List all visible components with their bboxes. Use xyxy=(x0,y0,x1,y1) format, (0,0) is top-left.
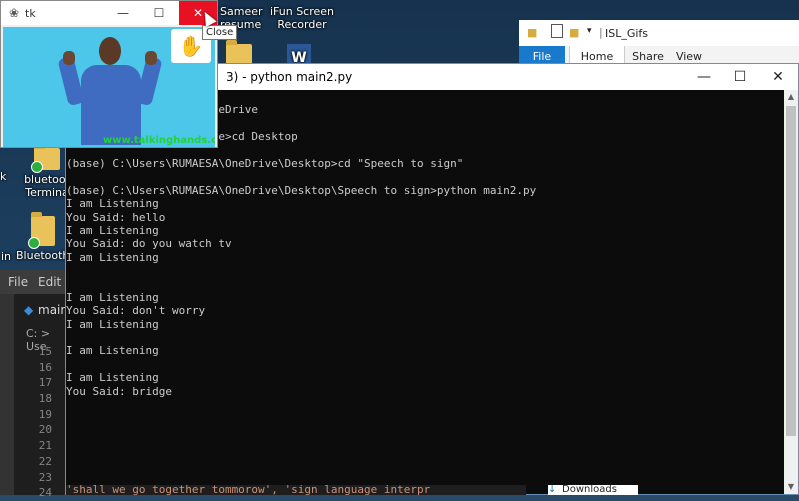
sign-language-video: ✋ www.talkinghands.co.in xyxy=(3,27,215,147)
video-watermark: www.talkinghands.co.in xyxy=(103,135,215,146)
folder-icon: ■ xyxy=(527,26,538,39)
explorer-downloads-item[interactable]: ↓ Downloads xyxy=(548,485,638,495)
desktop-icon-bluetooth-terminal[interactable]: bluetoot Termina xyxy=(24,144,70,199)
desktop-icon-bluetooth[interactable]: Bluetooth_ xyxy=(16,212,75,262)
tk-window[interactable]: ❀ tk — ☐ ✕ ✋ www.talkinghands.co.in xyxy=(0,0,218,148)
line-number: 17 xyxy=(38,376,52,390)
desktop-icon-partial-left[interactable]: k xyxy=(0,170,6,183)
line-number: 22 xyxy=(38,454,52,468)
explorer-titlebar: ■ ■ ▾ | ISL_Gifs xyxy=(527,24,649,40)
terminal-line: I am Listening xyxy=(66,197,159,211)
vscode-tab-main2[interactable]: ◆ main2 xyxy=(22,298,76,324)
vscode-menu-edit[interactable]: Edit xyxy=(38,275,61,289)
tk-titlebar[interactable]: ❀ tk — ☐ ✕ xyxy=(1,1,217,25)
terminal-line: You Said: bridge xyxy=(66,384,172,398)
synced-check-icon xyxy=(28,237,40,249)
download-arrow-icon: ↓ xyxy=(548,485,557,495)
terminal-line: You Said: hello xyxy=(66,210,166,224)
terminal-line: I am Listening xyxy=(66,290,159,304)
line-number: 16 xyxy=(38,360,52,374)
explorer-title: ISL_Gifs xyxy=(605,27,649,40)
terminal-maximize-button[interactable]: ☐ xyxy=(720,64,760,90)
line-number: 19 xyxy=(38,407,52,421)
line-number: 15 xyxy=(38,345,52,358)
terminal-line: You Said: do you watch tv xyxy=(66,237,232,251)
folder-icon xyxy=(31,144,60,173)
terminal-scrollbar[interactable]: ▲ ▼ xyxy=(784,90,798,494)
file-explorer-window: ■ ■ ▾ | ISL_Gifs File Home Share View xyxy=(519,20,799,68)
line-number: 24 xyxy=(38,486,52,500)
terminal-line: You Said: don't worry xyxy=(66,304,206,318)
scroll-down-icon[interactable]: ▼ xyxy=(784,480,798,494)
terminal-output[interactable]: d OneDrive neDrive>cd Desktop(base) C:\U… xyxy=(66,90,784,494)
quick-access-dropdown-icon[interactable]: ▾ xyxy=(587,26,592,36)
terminal-title: 3) - python main2.py xyxy=(226,70,353,84)
tk-title: tk xyxy=(25,7,36,20)
terminal-close-button[interactable]: ✕ xyxy=(758,64,798,90)
vscode-menu-file[interactable]: File xyxy=(8,275,28,289)
folder-icon xyxy=(28,212,55,249)
terminal-line: I am Listening xyxy=(66,344,159,358)
tk-maximize-button[interactable]: ☐ xyxy=(141,1,177,25)
scroll-up-icon[interactable]: ▲ xyxy=(784,90,798,104)
properties-icon[interactable] xyxy=(551,24,563,38)
desktop-icon-partial-left-2[interactable]: in xyxy=(0,250,12,263)
line-number: 20 xyxy=(38,423,52,437)
desktop-icon-ifun-screen-recorder[interactable]: iFun Screen Recorder xyxy=(268,5,336,31)
line-number: 23 xyxy=(38,470,52,484)
new-folder-icon[interactable]: ■ xyxy=(569,26,579,39)
vscode-activity-bar xyxy=(0,294,14,495)
terminal-line: I am Listening xyxy=(66,250,159,264)
python-file-icon: ◆ xyxy=(24,303,34,317)
close-tooltip: Close xyxy=(202,25,238,40)
terminal-minimize-button[interactable]: — xyxy=(684,64,724,90)
tk-minimize-button[interactable]: — xyxy=(105,1,141,25)
line-number: 21 xyxy=(38,439,52,453)
vscode-line-numbers: 15 16 17 18 19 20 21 22 23 24 xyxy=(22,344,52,501)
synced-check-icon xyxy=(31,161,43,173)
tk-feather-icon: ❀ xyxy=(9,6,20,20)
vscode-code-line: 'shall we go together tommorow', 'sign l… xyxy=(66,485,526,495)
signer-head xyxy=(99,37,121,65)
signer-figure xyxy=(81,65,141,145)
terminal-line: I am Listening xyxy=(66,317,159,331)
terminal-line: (base) C:\Users\RUMAESA\OneDrive\Desktop… xyxy=(66,183,537,197)
scrollbar-thumb[interactable] xyxy=(786,106,796,436)
line-number: 18 xyxy=(38,392,52,406)
terminal-line: (base) C:\Users\RUMAESA\OneDrive\Desktop… xyxy=(66,156,464,170)
vscode-breadcrumb[interactable]: C: > Use xyxy=(22,326,70,353)
terminal-line: I am Listening xyxy=(66,223,159,237)
vscode-menubar: File Edit xyxy=(0,270,70,294)
terminal-line: I am Listening xyxy=(66,371,159,385)
